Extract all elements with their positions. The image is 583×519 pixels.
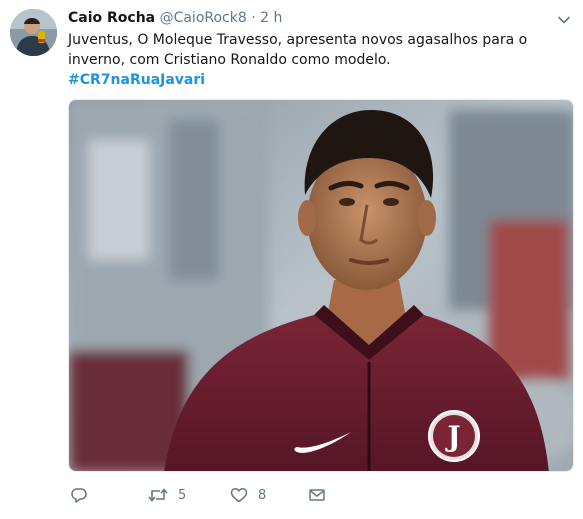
tweet-header: Caio Rocha @CaioRock8 · 2 h	[68, 9, 282, 27]
tweet-photo[interactable]: J	[68, 99, 574, 472]
separator-dot: ·	[251, 10, 256, 26]
retweet-count: 5	[178, 487, 187, 503]
like-count: 8	[258, 487, 267, 503]
crest-letter: J	[444, 420, 460, 453]
tweet-actions: 5 8	[68, 484, 568, 506]
direct-message-button[interactable]	[308, 484, 326, 506]
chevron-down-icon[interactable]	[557, 12, 571, 26]
reply-button[interactable]	[70, 484, 98, 506]
heart-icon	[230, 486, 248, 504]
like-button[interactable]: 8	[230, 484, 266, 506]
avatar[interactable]	[10, 9, 57, 56]
hashtag-link[interactable]: #CR7naRuaJavari	[68, 70, 205, 90]
retweet-button[interactable]: 5	[148, 484, 186, 506]
retweet-icon	[148, 486, 168, 504]
author-name[interactable]: Caio Rocha	[68, 10, 155, 26]
tweet-timestamp[interactable]: 2 h	[260, 10, 282, 26]
tweet-card[interactable]: Caio Rocha @CaioRock8 · 2 h Juventus, O …	[0, 0, 583, 519]
reply-icon	[70, 486, 88, 504]
envelope-icon	[308, 486, 326, 504]
tweet-text: Juventus, O Moleque Travesso, apresenta …	[68, 32, 528, 68]
author-handle[interactable]: @CaioRock8	[160, 10, 247, 26]
